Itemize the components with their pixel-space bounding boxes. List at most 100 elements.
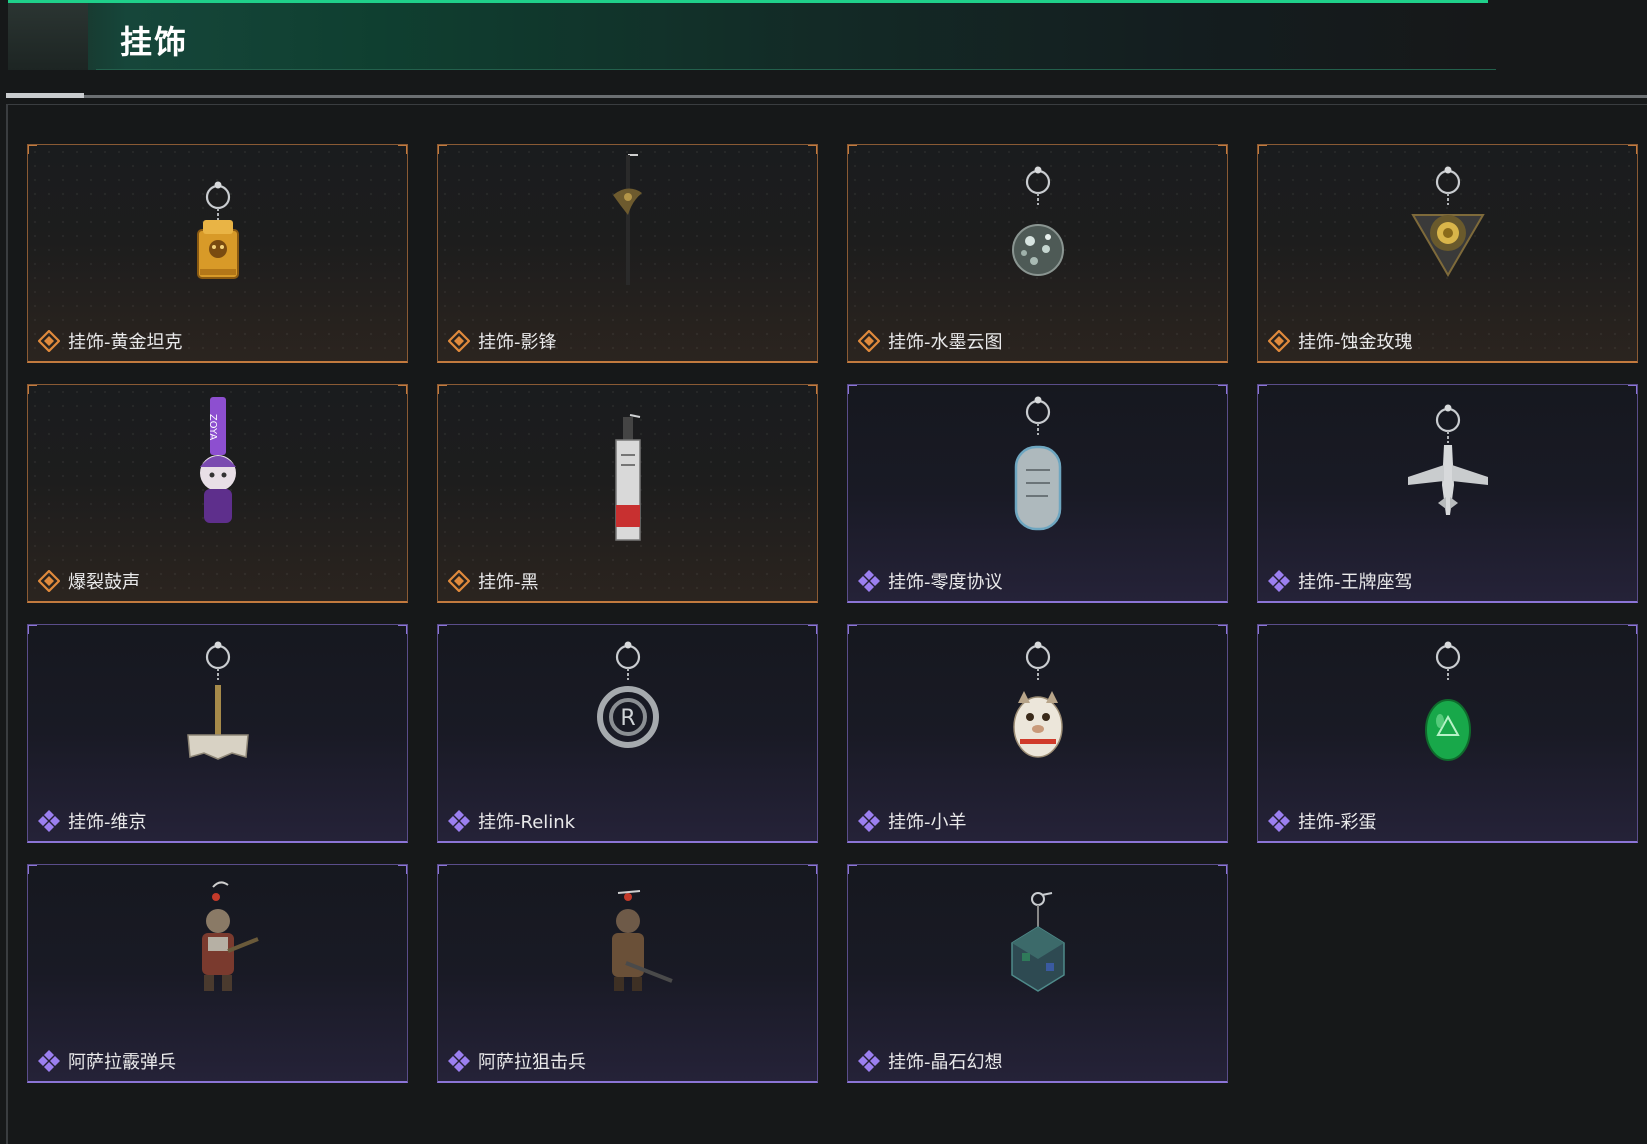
card-corner-accent [808,145,817,154]
charm-card[interactable]: 挂饰-蚀金玫瑰 [1257,144,1638,363]
card-corner-accent [438,865,447,874]
rarity-purple-diamond-icon [1268,810,1290,832]
card-corner-accent [848,385,857,394]
card-corner-accent [28,865,37,874]
charm-name: 阿萨拉狙击兵 [478,1052,586,1073]
charm-label: 挂饰-彩蛋 [1268,808,1377,834]
panel-frame-left [6,104,8,1144]
charm-label: 挂饰-蚀金玫瑰 [1267,328,1413,354]
charm-card[interactable]: 挂饰-王牌座驾 [1257,384,1638,603]
rarity-gold-diamond-icon [447,329,471,353]
charm-grid: 挂饰-黄金坦克 挂饰-影锋 挂饰-水墨云图 挂饰-蚀金玫瑰 ZOYA 爆裂鼓声 挂饰-黑 挂饰… [27,144,1647,1083]
card-corner-accent [28,385,37,394]
card-corner-accent [438,385,447,394]
rarity-gold-diamond-icon [37,569,61,593]
lucky-cat-charm-icon [848,625,1227,800]
charm-name: 爆裂鼓声 [68,572,140,593]
charm-label: 挂饰-维京 [38,808,147,834]
rarity-purple-diamond-icon [38,1050,60,1072]
crystal-cube-charm-icon [848,865,1227,1040]
charm-card[interactable]: 挂饰-零度协议 [847,384,1228,603]
charm-label: 挂饰-黄金坦克 [37,328,183,354]
charm-card[interactable]: 挂饰-影锋 [437,144,818,363]
rarity-purple-diamond-icon [1268,570,1290,592]
charm-card[interactable]: ZOYA 爆裂鼓声 [27,384,408,603]
charm-label: 挂饰-零度协议 [858,568,1003,594]
header-banner: 挂饰 [8,0,1496,70]
charm-name: 挂饰-蚀金玫瑰 [1298,332,1413,353]
card-corner-accent [1258,145,1267,154]
card-corner-accent [1628,385,1637,394]
charm-label: 挂饰-Relink [448,808,575,834]
charm-name: 挂饰-水墨云图 [888,332,1003,353]
charm-name: 挂饰-维京 [68,812,147,833]
card-corner-accent [1218,385,1227,394]
card-corner-accent [1628,145,1637,154]
charm-label: 挂饰-晶石幻想 [858,1048,1003,1074]
card-corner-accent [1218,145,1227,154]
rarity-gold-diamond-icon [857,329,881,353]
panel-frame-top [6,104,1647,105]
card-corner-accent [808,865,817,874]
rarity-gold-diamond-icon [447,569,471,593]
charm-card[interactable]: 挂饰-彩蛋 [1257,624,1638,843]
charm-name: 挂饰-小羊 [888,812,967,833]
charm-name: 挂饰-影锋 [478,332,557,353]
rarity-gold-diamond-icon [37,329,61,353]
page-title: 挂饰 [120,23,189,61]
charm-card[interactable]: 挂饰-黑 [437,384,818,603]
charm-name: 阿萨拉霰弹兵 [68,1052,176,1073]
card-corner-accent [28,625,37,634]
charm-card[interactable]: R 挂饰-Relink [437,624,818,843]
charm-label: 挂饰-影锋 [447,328,557,354]
charm-name: 挂饰-零度协议 [888,572,1003,593]
rarity-purple-diamond-icon [38,810,60,832]
charm-card[interactable]: 挂饰-小羊 [847,624,1228,843]
viking-hammer-charm-icon [28,625,407,800]
rarity-purple-diamond-icon [448,810,470,832]
charm-name: 挂饰-彩蛋 [1298,812,1377,833]
rarity-purple-diamond-icon [858,570,880,592]
golden-tank-charm-icon [28,145,407,320]
svg-text:R: R [620,706,635,731]
section-divider [6,95,1647,98]
charm-label: 阿萨拉狙击兵 [448,1048,586,1074]
gold-rose-charm-icon [1258,145,1637,320]
charm-card[interactable]: 阿萨拉霰弹兵 [27,864,408,1083]
shotgunner-figure-charm-icon [28,865,407,1040]
card-corner-accent [1258,385,1267,394]
ink-cloud-sphere-charm-icon [848,145,1227,320]
sniper-figure-charm-icon [438,865,817,1040]
jet-plane-charm-icon [1258,385,1637,560]
charm-name: 挂饰-Relink [478,812,576,833]
rarity-purple-diamond-icon [858,810,880,832]
shadow-blade-charm-icon [438,145,817,320]
card-corner-accent [848,145,857,154]
charm-card[interactable]: 挂饰-水墨云图 [847,144,1228,363]
rarity-purple-diamond-icon [448,1050,470,1072]
charm-card[interactable]: 阿萨拉狙击兵 [437,864,818,1083]
card-corner-accent [398,865,407,874]
tag-charm-icon [438,385,817,560]
charm-card[interactable]: 挂饰-维京 [27,624,408,843]
card-corner-accent [1218,625,1227,634]
card-corner-accent [808,625,817,634]
card-corner-accent [398,625,407,634]
charm-name: 挂饰-晶石幻想 [888,1052,1003,1073]
charm-label: 挂饰-水墨云图 [857,328,1003,354]
charm-card[interactable]: 挂饰-黄金坦克 [27,144,408,363]
header-tab-block[interactable] [8,3,88,70]
svg-text:ZOYA: ZOYA [207,414,218,441]
card-corner-accent [1258,625,1267,634]
header-underline [96,69,1496,70]
charm-name: 挂饰-黑 [478,572,539,593]
green-egg-charm-icon [1258,625,1637,800]
charm-card[interactable]: 挂饰-晶石幻想 [847,864,1228,1083]
card-corner-accent [438,625,447,634]
charm-label: 阿萨拉霰弹兵 [38,1048,176,1074]
card-corner-accent [848,865,857,874]
card-corner-accent [848,625,857,634]
rarity-gold-diamond-icon [1267,329,1291,353]
relink-logo-charm-icon: R [438,625,817,800]
card-corner-accent [1218,865,1227,874]
